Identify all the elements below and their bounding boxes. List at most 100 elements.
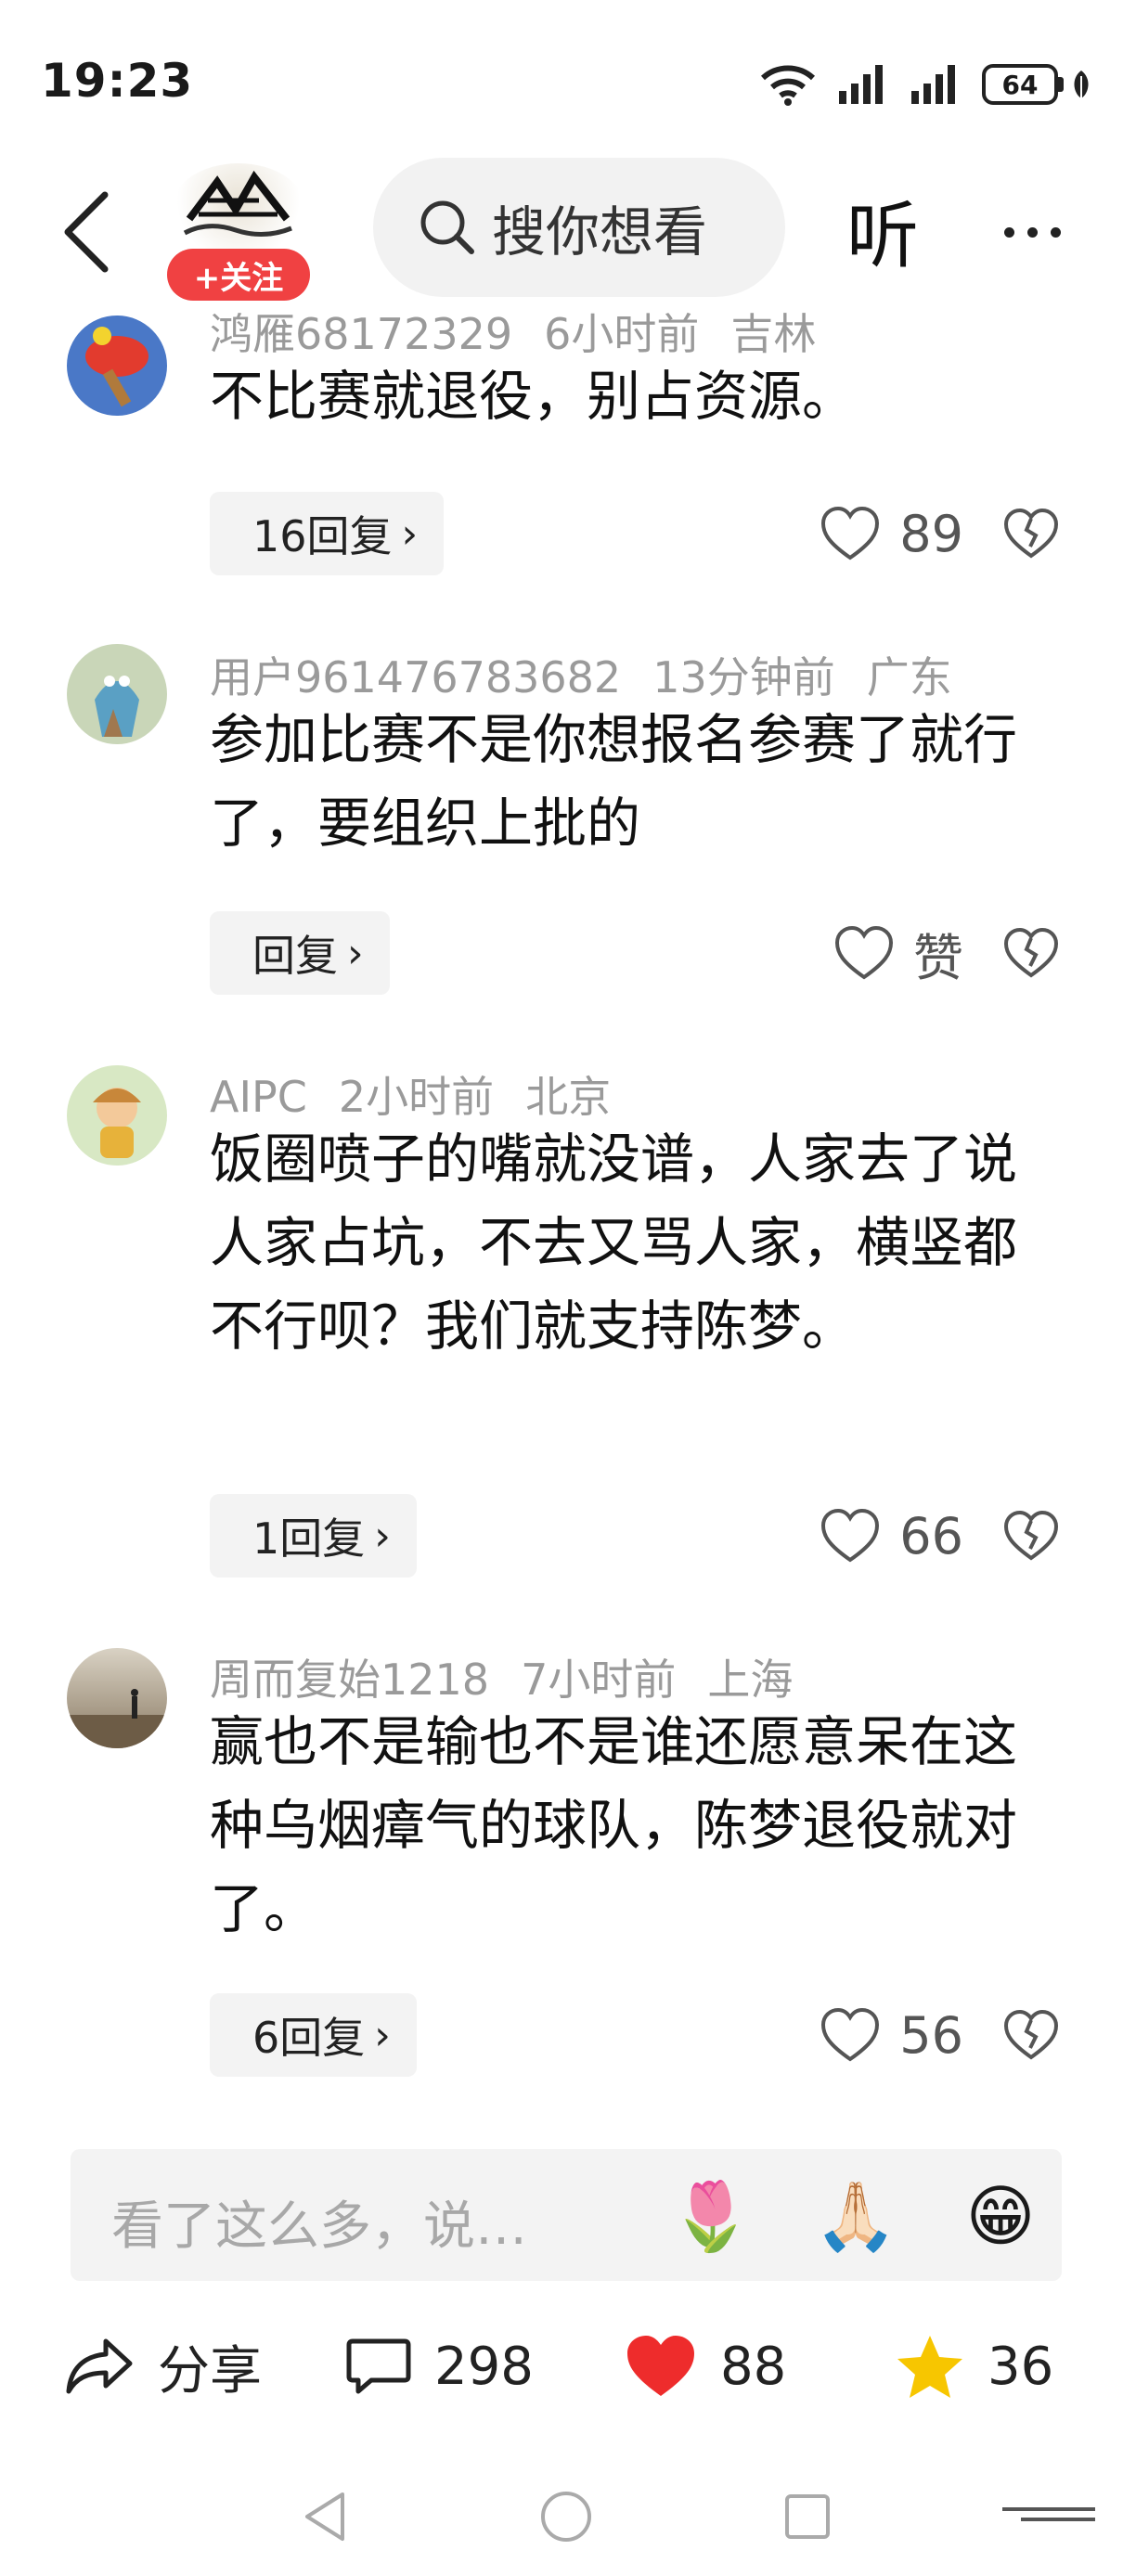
heart-outline-icon xyxy=(821,506,880,560)
square-recents-icon xyxy=(785,2494,830,2539)
wifi-icon xyxy=(760,65,816,106)
reply-label: 6回复 xyxy=(252,2013,366,2063)
reply-button[interactable]: 6回复 › xyxy=(210,1993,417,2077)
comment-time: 6小时前 xyxy=(544,309,700,359)
chevron-right-icon: › xyxy=(347,929,364,977)
comment-text: 参加比赛不是你想报名参赛了就行了，要组织上批的 xyxy=(210,708,1018,855)
system-nav-bar xyxy=(0,2459,1136,2576)
comment-location: 吉林 xyxy=(730,309,817,359)
dislike-button[interactable] xyxy=(999,1494,1064,1578)
like-count: 赞 xyxy=(913,928,963,987)
nav-home-button[interactable] xyxy=(529,2479,603,2554)
comment-username[interactable]: 鸿雁68172329 xyxy=(210,309,512,359)
comment-input[interactable]: 看了这么多，说… 🌷 🙏🏻 😁 xyxy=(71,2149,1062,2281)
broken-heart-icon xyxy=(1003,927,1059,978)
comment-location: 上海 xyxy=(707,1655,794,1705)
status-bar: 19:23 64 xyxy=(0,0,1136,158)
listen-button[interactable]: 听 xyxy=(846,178,919,282)
like-count: 56 xyxy=(899,2005,963,2065)
broken-heart-icon xyxy=(1003,508,1059,559)
reply-label: 回复 xyxy=(252,931,338,981)
like-button[interactable]: 赞 xyxy=(833,911,963,995)
dislike-button[interactable] xyxy=(999,492,1064,575)
comment-username[interactable]: 用户961476783682 xyxy=(210,652,621,702)
comment-username[interactable]: 周而复始1218 xyxy=(210,1655,489,1705)
more-options-button[interactable] xyxy=(986,186,1078,278)
like-count: 66 xyxy=(899,1506,963,1565)
chevron-right-icon: › xyxy=(374,1512,391,1560)
user-avatar[interactable] xyxy=(67,1065,167,1166)
tulip-emoji-button[interactable]: 🌷 xyxy=(665,2170,757,2262)
like-button[interactable]: 89 xyxy=(820,492,963,575)
like-post-button[interactable]: 88 xyxy=(624,2311,786,2422)
dislike-button[interactable] xyxy=(999,1993,1064,2077)
broken-heart-icon xyxy=(1003,2009,1059,2060)
like-button[interactable]: 66 xyxy=(820,1494,963,1578)
dislike-button[interactable] xyxy=(999,911,1064,995)
user-avatar[interactable] xyxy=(67,644,167,744)
comment-meta: 鸿雁68172329 6小时前 吉林 xyxy=(210,301,847,362)
battery-icon: 64 xyxy=(982,64,1091,105)
favorite-button[interactable]: 36 xyxy=(895,2311,1053,2422)
favorites-count: 36 xyxy=(988,2336,1054,2397)
heart-outline-icon xyxy=(834,925,894,980)
signal-icon-1 xyxy=(839,65,883,104)
grin-emoji-button[interactable]: 😁 xyxy=(954,2170,1047,2262)
chevron-right-icon: › xyxy=(401,509,419,558)
likes-count: 88 xyxy=(720,2336,787,2397)
heart-filled-icon xyxy=(627,2336,694,2396)
like-button[interactable]: 56 xyxy=(820,1993,963,2077)
comment-meta: 周而复始1218 7小时前 上海 xyxy=(210,1646,824,1707)
search-box[interactable]: 搜你想看 xyxy=(373,158,785,297)
share-label: 分享 xyxy=(158,2340,262,2402)
comment-location: 广东 xyxy=(866,652,952,702)
back-button[interactable] xyxy=(54,186,119,278)
comments-button[interactable]: 298 xyxy=(345,2311,534,2422)
nav-recents-button[interactable] xyxy=(770,2479,845,2554)
comment-location: 北京 xyxy=(525,1072,612,1122)
reply-label: 16回复 xyxy=(252,511,393,561)
search-placeholder: 搜你想看 xyxy=(492,200,708,264)
comment-meta: AIPC 2小时前 北京 xyxy=(210,1063,642,1125)
author-logo xyxy=(171,163,306,256)
leaf-icon xyxy=(1074,71,1089,98)
share-icon xyxy=(66,2338,133,2394)
search-icon xyxy=(420,200,474,254)
nav-back-button[interactable] xyxy=(288,2479,362,2554)
nav-menu-icon[interactable] xyxy=(1002,2507,1095,2524)
heart-outline-icon xyxy=(821,2007,880,2062)
chevron-right-icon: › xyxy=(374,2011,391,2059)
follow-button[interactable]: +关注 xyxy=(167,249,310,301)
broken-heart-icon xyxy=(1003,1510,1059,1561)
pray-emoji-button[interactable]: 🙏🏻 xyxy=(809,2170,902,2262)
triangle-back-icon xyxy=(305,2492,344,2541)
comment-input-placeholder: 看了这么多，说… xyxy=(111,2196,527,2257)
comment-meta: 用户961476783682 13分钟前 广东 xyxy=(210,644,984,705)
comments-count: 298 xyxy=(434,2336,534,2397)
share-button[interactable]: 分享 xyxy=(65,2311,262,2422)
reply-label: 1回复 xyxy=(252,1513,366,1564)
user-avatar[interactable] xyxy=(67,316,167,416)
action-bar: 分享 298 88 36 xyxy=(0,2311,1136,2422)
more-dot-icon xyxy=(1003,226,1014,238)
comment-time: 13分钟前 xyxy=(652,652,835,702)
reply-button[interactable]: 回复 › xyxy=(210,911,390,995)
status-time: 19:23 xyxy=(41,54,194,108)
signal-icon-2 xyxy=(911,65,955,104)
reply-button[interactable]: 1回复 › xyxy=(210,1494,417,1578)
more-dot-icon xyxy=(1050,226,1061,238)
comment-text: 饭圈喷子的嘴就没谱，人家去了说人家占坑，不去又骂人家，横竖都不行呗？我们就支持陈… xyxy=(210,1127,1018,1358)
author-avatar[interactable]: +关注 xyxy=(163,163,310,301)
battery-level: 64 xyxy=(1001,69,1039,100)
heart-outline-icon xyxy=(821,1508,880,1563)
status-icons: 64 xyxy=(759,61,1091,108)
comment-text: 赢也不是输也不是谁还愿意呆在这种乌烟瘴气的球队，陈梦退役就对了。 xyxy=(210,1710,1018,1940)
like-count: 89 xyxy=(899,504,963,563)
more-dot-icon xyxy=(1026,226,1038,238)
comment-time: 2小时前 xyxy=(338,1072,495,1122)
user-avatar[interactable] xyxy=(67,1648,167,1748)
reply-button[interactable]: 16回复 › xyxy=(210,492,445,575)
star-icon xyxy=(897,2336,962,2398)
comment-username[interactable]: AIPC xyxy=(210,1072,307,1122)
comment-text: 不比赛就退役，别占资源。 xyxy=(210,365,857,428)
